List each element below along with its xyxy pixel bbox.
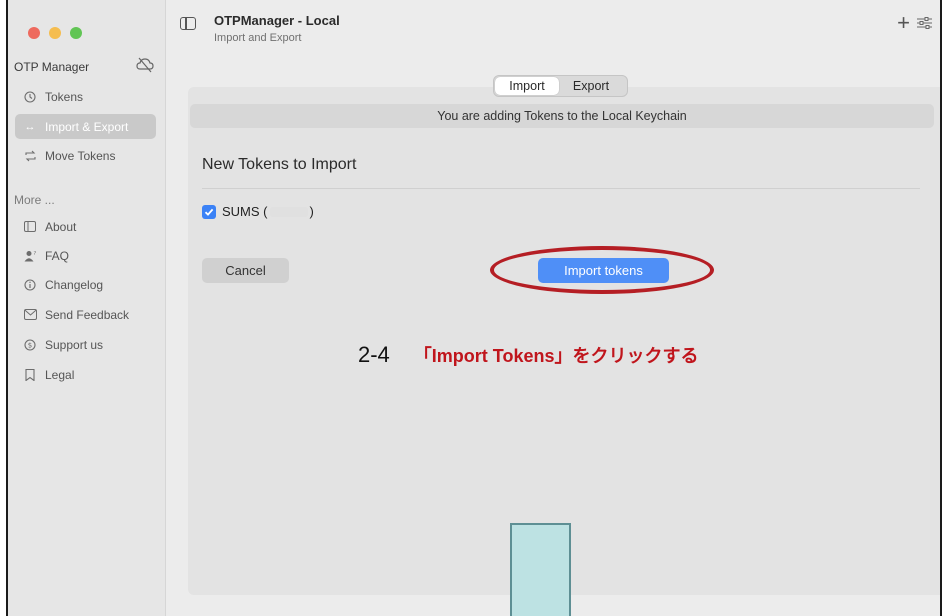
app-window: OTP Manager Tokens ↔ Import & Export Mov… <box>6 0 942 616</box>
mail-icon <box>23 309 37 320</box>
sidebar-item-import-export[interactable]: ↔ Import & Export <box>15 114 156 139</box>
annotation-step: 2-4 <box>358 342 390 367</box>
sidebar-item-tokens[interactable]: Tokens <box>15 84 156 109</box>
sidebar-item-changelog[interactable]: Changelog <box>15 272 156 297</box>
import-export-segmented-control: Import Export <box>493 75 628 97</box>
sidebar-item-faq[interactable]: ? FAQ <box>15 243 156 268</box>
bookmark-icon <box>23 368 37 381</box>
title-bar: OTPManager - Local Import and Export + <box>166 0 940 52</box>
window-subtitle: Import and Export <box>214 32 302 44</box>
person-question-icon: ? <box>23 250 37 262</box>
segment-export[interactable]: Export <box>559 77 623 95</box>
sidebar-item-send-feedback[interactable]: Send Feedback <box>15 302 156 327</box>
sidebar-icon <box>23 221 37 232</box>
clock-icon <box>23 90 37 103</box>
sidebar-item-label: About <box>45 219 77 234</box>
sidebar-item-support-us[interactable]: $ Support us <box>15 332 156 357</box>
svg-text:$: $ <box>28 341 32 349</box>
svg-text:?: ? <box>33 251 36 257</box>
sidebar-item-legal[interactable]: Legal <box>15 362 156 387</box>
annotation-text: 「Import Tokens」をクリックする <box>413 346 699 366</box>
cancel-button[interactable]: Cancel <box>202 258 289 283</box>
sidebar-item-label: Legal <box>45 367 75 382</box>
close-window-button[interactable] <box>28 27 40 39</box>
sidebar-item-label: Send Feedback <box>45 307 130 322</box>
overlay-block <box>510 523 571 616</box>
sidebar-item-label: Changelog <box>45 277 104 292</box>
info-icon <box>23 278 37 291</box>
sidebar-item-about[interactable]: About <box>15 214 156 239</box>
token-label-prefix: SUMS ( <box>222 204 268 219</box>
redacted-block <box>269 206 308 217</box>
window-title: OTPManager - Local <box>214 13 340 28</box>
arrows-icon: ↔ <box>24 120 36 133</box>
token-label: SUMS ( ) <box>222 204 314 219</box>
move-icon <box>23 150 37 162</box>
instruction-annotation: 2-4 「Import Tokens」をクリックする <box>358 342 698 368</box>
sidebar-item-label: Import & Export <box>45 119 129 134</box>
minimize-window-button[interactable] <box>49 27 61 39</box>
cloud-off-icon[interactable] <box>136 57 154 73</box>
token-checkbox[interactable] <box>202 204 216 219</box>
window-controls <box>28 27 82 39</box>
sliders-icon[interactable] <box>917 17 932 29</box>
highlight-ring <box>490 246 714 294</box>
sidebar-item-label: Support us <box>45 337 104 352</box>
checkmark-icon <box>204 208 214 216</box>
token-label-suffix: ) <box>309 204 314 219</box>
divider <box>202 188 920 189</box>
keychain-notice: You are adding Tokens to the Local Keych… <box>190 104 934 128</box>
toggle-sidebar-icon[interactable] <box>180 17 196 30</box>
dollar-icon: $ <box>23 338 37 351</box>
plus-icon[interactable]: + <box>897 12 910 34</box>
sidebar-item-label: FAQ <box>45 248 70 263</box>
token-row: SUMS ( ) <box>202 204 314 219</box>
sidebar-section-more: More ... <box>14 193 55 207</box>
sidebar: OTP Manager Tokens ↔ Import & Export Mov… <box>8 0 166 616</box>
sidebar-title: OTP Manager <box>14 60 90 74</box>
sidebar-item-label: Tokens <box>45 89 84 104</box>
section-heading: New Tokens to Import <box>202 156 357 173</box>
zoom-window-button[interactable] <box>70 27 82 39</box>
segment-import[interactable]: Import <box>495 77 559 95</box>
sidebar-item-move-tokens[interactable]: Move Tokens <box>15 143 156 168</box>
sidebar-item-label: Move Tokens <box>45 148 116 163</box>
